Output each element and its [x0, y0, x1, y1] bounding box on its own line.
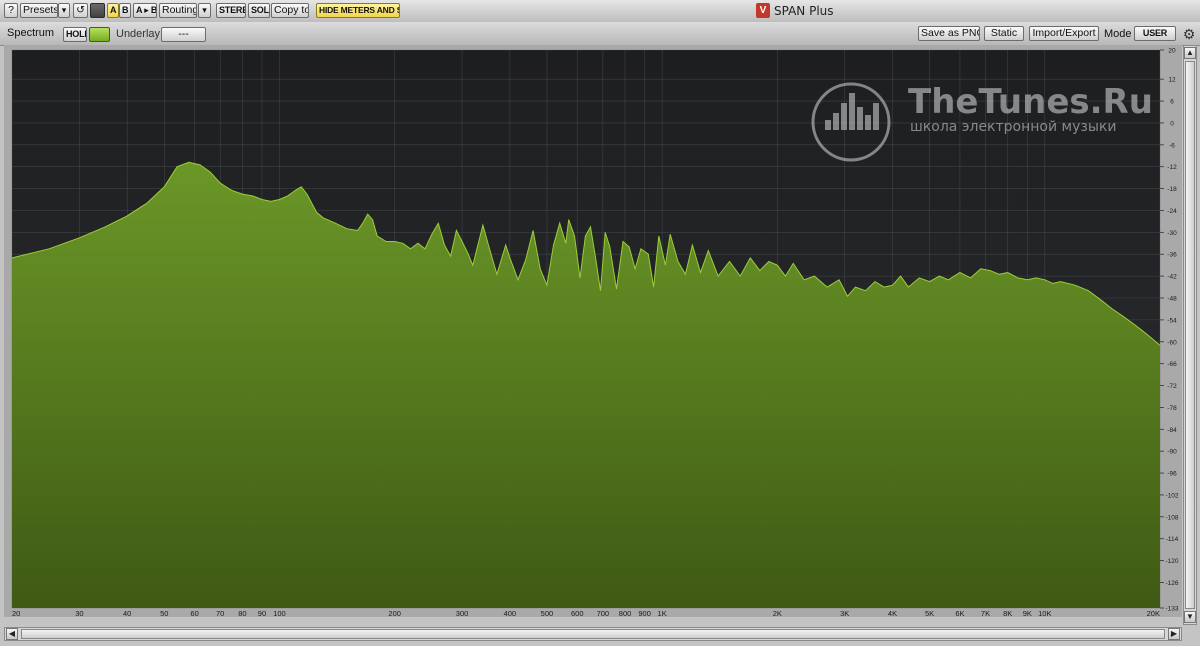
- scroll-right-icon[interactable]: ▶: [1168, 628, 1180, 640]
- y-tick-label: 0: [1170, 120, 1174, 127]
- y-tick-label: -42: [1167, 274, 1177, 281]
- spectrum-color-swatch[interactable]: [89, 27, 110, 42]
- x-tick-label: 500: [541, 609, 554, 617]
- scroll-up-icon[interactable]: ▲: [1184, 47, 1196, 59]
- routing-dropdown-arrow[interactable]: ▾: [198, 3, 211, 18]
- undo-icon[interactable]: ↺: [73, 3, 88, 18]
- y-tick-label: -48: [1167, 296, 1177, 303]
- x-tick-label: 30: [75, 609, 83, 617]
- y-tick-label: -108: [1165, 514, 1178, 521]
- y-axis-ticks: 20 12 6 0 -6 -12 -18 -24 -30 -36 -42 -48 -54 -60 -66 -7…: [1160, 48, 1179, 613]
- underlay-select[interactable]: ---: [161, 27, 206, 42]
- watermark-brand: TheTunes.Ru: [908, 82, 1153, 122]
- y-tick-label: -60: [1167, 339, 1177, 346]
- y-tick-label: -102: [1165, 492, 1178, 499]
- x-tick-label: 1K: [658, 609, 667, 617]
- x-tick-label: 600: [571, 609, 584, 617]
- x-tick-label: 400: [504, 609, 517, 617]
- scroll-left-icon[interactable]: ◀: [6, 628, 18, 640]
- y-tick-label: -18: [1167, 186, 1177, 193]
- x-tick-label: 3K: [840, 609, 849, 617]
- x-tick-label: 700: [597, 609, 610, 617]
- routing-button[interactable]: Routing: [159, 3, 197, 18]
- preset-b-button[interactable]: B: [119, 3, 131, 18]
- x-tick-label: 900: [638, 609, 651, 617]
- y-tick-label: -24: [1167, 208, 1177, 215]
- y-tick-label: -96: [1167, 471, 1177, 478]
- y-tick-label: -120: [1165, 558, 1178, 565]
- y-tick-label: -133: [1165, 606, 1178, 613]
- x-axis-ticks: 20 30 40 50 60 70 80 90 100 200 300 400 500 600 700 800…: [12, 609, 1160, 617]
- power-toggle[interactable]: [90, 3, 105, 18]
- x-tick-label: 200: [388, 609, 401, 617]
- x-tick-label: 300: [456, 609, 469, 617]
- y-tick-label: -66: [1167, 361, 1177, 368]
- x-tick-label: 9K: [1023, 609, 1032, 617]
- solo-button[interactable]: SOLO: [248, 3, 270, 18]
- y-tick-label: -84: [1167, 427, 1177, 434]
- mode-label: Mode: [1104, 28, 1132, 40]
- plugin-logo-icon: V: [756, 3, 770, 18]
- y-tick-label: -30: [1167, 230, 1177, 237]
- y-tick-label: -114: [1166, 536, 1179, 543]
- horizontal-scroll-thumb[interactable]: [21, 629, 1165, 639]
- y-tick-label: 12: [1168, 77, 1176, 84]
- x-tick-label: 8K: [1003, 609, 1012, 617]
- x-tick-label: 70: [216, 609, 224, 617]
- static-dropdown[interactable]: Static: [984, 26, 1024, 41]
- y-tick-label: -6: [1169, 142, 1175, 149]
- y-tick-label: 20: [1168, 48, 1176, 55]
- y-tick-label: -54: [1167, 317, 1177, 324]
- stereo-button[interactable]: STEREO: [216, 3, 246, 18]
- preset-a-button[interactable]: A: [107, 3, 119, 18]
- x-tick-label: 20: [12, 609, 20, 617]
- scroll-down-icon[interactable]: ▼: [1184, 611, 1196, 623]
- x-tick-label: 4K: [888, 609, 897, 617]
- y-tick-label: -72: [1167, 383, 1177, 390]
- x-tick-label: 50: [160, 609, 168, 617]
- underlay-label: Underlay: [116, 28, 161, 40]
- copy-a-to-b-button[interactable]: A ▸ B: [133, 3, 157, 18]
- mode-select[interactable]: USER: [1134, 26, 1176, 41]
- spectrum-label: Spectrum: [7, 27, 55, 39]
- watermark-tagline: школа электронной музыки: [910, 119, 1116, 135]
- y-tick-label: -90: [1167, 449, 1177, 456]
- vertical-scroll-thumb[interactable]: [1185, 61, 1195, 609]
- hide-meters-button[interactable]: HIDE METERS AND STATS: [316, 3, 400, 18]
- horizontal-scrollbar[interactable]: ◀ ▶: [4, 627, 1182, 641]
- vertical-scrollbar[interactable]: ▲ ▼: [1183, 45, 1197, 625]
- x-tick-label: 10K: [1038, 609, 1051, 617]
- x-tick-label: 100: [273, 609, 286, 617]
- x-tick-label: 40: [123, 609, 131, 617]
- hold-button[interactable]: HOLD: [63, 27, 87, 42]
- x-tick-label: 6K: [955, 609, 964, 617]
- x-tick-label: 5K: [925, 609, 934, 617]
- import-export-dropdown[interactable]: Import/Export: [1029, 26, 1099, 41]
- help-button[interactable]: ?: [4, 3, 18, 18]
- x-tick-label: 7K: [981, 609, 990, 617]
- spectrum-plot[interactable]: 20 30 40 50 60 70 80 90 100 200 300 400 500 600 700 800…: [4, 45, 1182, 617]
- window-title: SPAN Plus: [774, 4, 834, 18]
- y-tick-label: -126: [1165, 580, 1178, 587]
- copy-to-button[interactable]: Copy to: [271, 3, 309, 18]
- y-tick-label: -36: [1167, 252, 1177, 259]
- y-tick-label: 6: [1170, 99, 1174, 106]
- x-tick-label: 2K: [773, 609, 782, 617]
- x-tick-label: 800: [619, 609, 632, 617]
- x-tick-label: 20K: [1147, 609, 1160, 617]
- spectrum-chart[interactable]: 20 30 40 50 60 70 80 90 100 200 300 400 500 600 700 800…: [4, 45, 1182, 617]
- x-tick-label: 90: [258, 609, 266, 617]
- save-as-png-button[interactable]: Save as PNG: [918, 26, 980, 41]
- y-tick-label: -12: [1167, 164, 1177, 171]
- presets-dropdown-arrow[interactable]: ▾: [58, 3, 70, 18]
- presets-button[interactable]: Presets: [20, 3, 58, 18]
- x-tick-label: 60: [190, 609, 198, 617]
- top-toolbar: ? Presets ▾ ↺ A B A ▸ B Routing ▾ STEREO…: [0, 0, 1200, 23]
- y-tick-label: -78: [1167, 405, 1177, 412]
- settings-gear-icon[interactable]: ⚙: [1181, 26, 1197, 42]
- x-tick-label: 80: [238, 609, 246, 617]
- spectrum-toolbar: Spectrum HOLD Underlay --- Save as PNG S…: [0, 22, 1200, 46]
